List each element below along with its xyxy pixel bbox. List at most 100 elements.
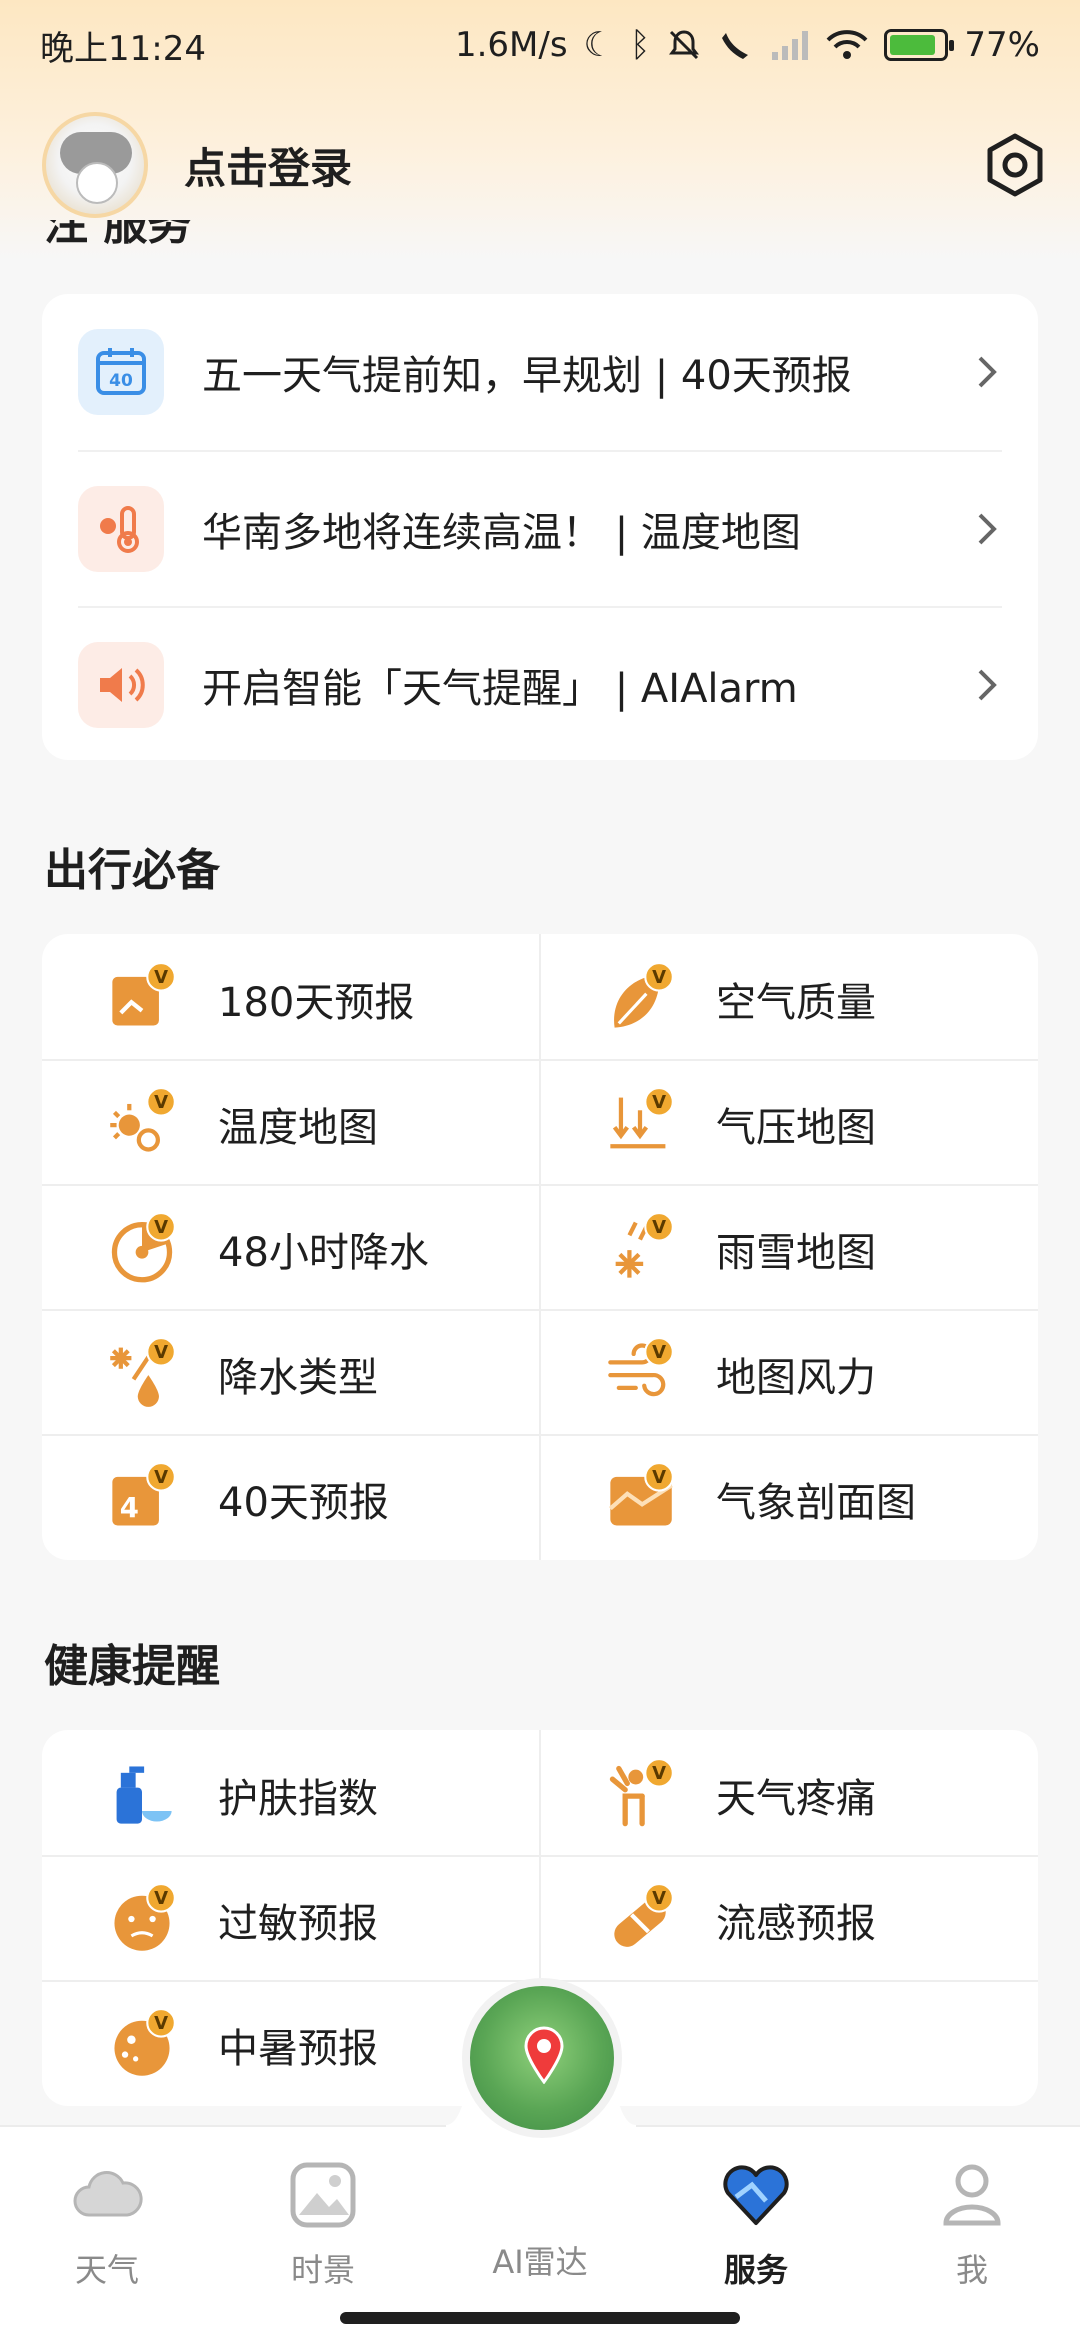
- profile-chart-icon: V: [608, 1462, 674, 1526]
- home-indicator[interactable]: [340, 2312, 740, 2324]
- grid-item[interactable]: V 气象剖面图: [540, 1434, 1038, 1559]
- grid-item-label: 雨雪地图: [716, 1230, 876, 1276]
- svg-text:V: V: [652, 1342, 666, 1363]
- battery-level: [890, 35, 936, 55]
- skincare-icon: [116, 1766, 172, 1824]
- bluetooth-icon: ᛒ: [630, 25, 651, 65]
- cloud-icon: [73, 2171, 143, 2217]
- nav-label: 天气: [74, 2251, 139, 2289]
- grid-item[interactable]: V 温度地图: [42, 1059, 540, 1184]
- pressure-icon: V: [610, 1087, 674, 1149]
- grid-item[interactable]: V 气压地图: [540, 1059, 1038, 1184]
- nav-item-scene[interactable]: 时景: [248, 2157, 398, 2291]
- login-button[interactable]: 点击登录: [184, 135, 352, 196]
- calendar-40-icon: 40: [78, 329, 164, 415]
- svg-text:V: V: [154, 1888, 168, 1909]
- settings-icon[interactable]: [980, 130, 1050, 200]
- precip-type-icon: V: [110, 1337, 176, 1407]
- svg-text:V: V: [652, 1888, 666, 1909]
- grid-item[interactable]: V 雨雪地图: [540, 1184, 1038, 1309]
- grid-item[interactable]: 4 V 40天预报: [42, 1434, 540, 1559]
- grid-item[interactable]: V 天气疼痛: [540, 1730, 1038, 1855]
- grid-item-label: 中暑预报: [218, 2026, 378, 2072]
- wifi-icon: [827, 30, 868, 59]
- grid-item-label: 180天预报: [218, 980, 415, 1026]
- grid-item-label: 40天预报: [218, 1480, 389, 1526]
- grid-item-label: 天气疼痛: [716, 1776, 876, 1822]
- pain-icon: V: [609, 1758, 674, 1827]
- list-item[interactable]: 华南多地将连续高温！ | 温度地图: [78, 450, 1002, 606]
- svg-text:V: V: [652, 1217, 666, 1238]
- list-item-label: 华南多地将连续高温！ | 温度地图: [202, 510, 801, 556]
- moon-icon: ☾: [583, 25, 615, 65]
- chevron-right-icon: [978, 669, 997, 701]
- svg-text:V: V: [652, 1467, 666, 1488]
- calendar-180-icon: V: [112, 962, 176, 1026]
- location-pin-icon: [524, 2026, 564, 2084]
- grid-item[interactable]: 护肤指数: [42, 1730, 540, 1855]
- grid-item[interactable]: V 降水类型: [42, 1309, 540, 1434]
- grid-item-label: 气象剖面图: [716, 1480, 916, 1526]
- grid-item-label: 气压地图: [716, 1105, 876, 1151]
- status-time: 晚上11:24: [40, 28, 206, 69]
- flu-pill-icon: V: [614, 1883, 674, 1947]
- grid-item[interactable]: V 地图风力: [540, 1309, 1038, 1434]
- rain-snow-icon: V: [615, 1212, 674, 1278]
- nav-label: 我: [955, 2251, 988, 2289]
- svg-text:V: V: [154, 1467, 168, 1488]
- section-title-travel: 出行必备: [44, 845, 220, 896]
- grid-item[interactable]: V 空气质量: [540, 934, 1038, 1059]
- nav-label: AI雷达: [492, 2243, 588, 2281]
- battery-icon: [884, 29, 955, 61]
- calendar-40-icon: 4V: [112, 1462, 176, 1526]
- svg-text:V: V: [154, 1342, 168, 1363]
- mute-bell-icon: [669, 30, 700, 60]
- avatar-face-shape: [76, 162, 118, 204]
- grid-item-label: 温度地图: [218, 1105, 378, 1151]
- nav-label: 时景: [290, 2251, 355, 2289]
- feature-list-card: 40 五一天气提前知，早规划 | 40天预报 华南多地将连续高温！ | 温度地图: [42, 294, 1038, 760]
- grid-item-label: 流感预报: [716, 1901, 876, 1947]
- nav-item-weather[interactable]: 天气: [32, 2157, 182, 2291]
- speaker-icon: [78, 642, 164, 728]
- sun-thermometer-icon: V: [110, 1087, 176, 1152]
- wind-icon: V: [608, 1337, 674, 1397]
- allergy-icon: V: [114, 1883, 176, 1951]
- svg-text:V: V: [154, 1217, 168, 1238]
- thermometer-icon: [78, 486, 164, 572]
- person-icon: [943, 2164, 1001, 2226]
- svg-text:V: V: [154, 2013, 168, 2034]
- nav-item-ai-radar[interactable]: AI雷达: [465, 2225, 615, 2283]
- leaf-icon: V: [614, 962, 674, 1028]
- list-item[interactable]: 40 五一天气提前知，早规划 | 40天预报: [78, 294, 1002, 450]
- svg-text:V: V: [154, 967, 168, 988]
- svg-text:4: 4: [120, 1492, 139, 1524]
- battery-percent: 77%: [964, 25, 1040, 65]
- grid-item-label: 降水类型: [218, 1355, 378, 1401]
- network-speed: 1.6M/s: [454, 25, 568, 65]
- grid-item[interactable]: V 48小时降水: [42, 1184, 540, 1309]
- grid-item[interactable]: V 180天预报: [42, 934, 540, 1059]
- list-item-label: 开启智能「天气提醒」 | AIAlarm: [202, 666, 798, 712]
- picture-icon: [290, 2162, 356, 2228]
- travel-grid-card: V 180天预报 V 空气质量 V 温度地图 V 气压地图 V 48小时降水 V 雨雪地图 V 降水类型 V…: [42, 934, 1038, 1560]
- ai-radar-button[interactable]: [462, 1978, 622, 2138]
- heart-service-icon: [723, 2165, 789, 2225]
- status-icons: 1.6M/s ☾ ᛒ 77%: [455, 25, 1040, 65]
- svg-text:V: V: [154, 1092, 168, 1113]
- call-icon: [722, 33, 749, 59]
- grid-item-label: 过敏预报: [218, 1901, 378, 1947]
- svg-text:V: V: [652, 1763, 666, 1784]
- status-bar: 晚上11:24 1.6M/s ☾ ᛒ 77%: [0, 0, 1080, 90]
- grid-item-label: 护肤指数: [218, 1776, 378, 1822]
- nav-item-service[interactable]: 服务: [681, 2157, 831, 2291]
- svg-text:V: V: [652, 1092, 666, 1113]
- service-content[interactable]: 注 服务 40 五一天气提前知，早规划 | 40天预报 华南多地将连续高温！ |…: [0, 220, 1080, 2110]
- signal-icon: [772, 31, 809, 60]
- avatar[interactable]: [42, 112, 148, 218]
- chevron-right-icon: [978, 513, 997, 545]
- chevron-right-icon: [978, 356, 997, 388]
- nav-item-me[interactable]: 我: [897, 2157, 1047, 2291]
- list-item[interactable]: 开启智能「天气提醒」 | AIAlarm: [78, 606, 1002, 762]
- svg-text:40: 40: [109, 371, 133, 391]
